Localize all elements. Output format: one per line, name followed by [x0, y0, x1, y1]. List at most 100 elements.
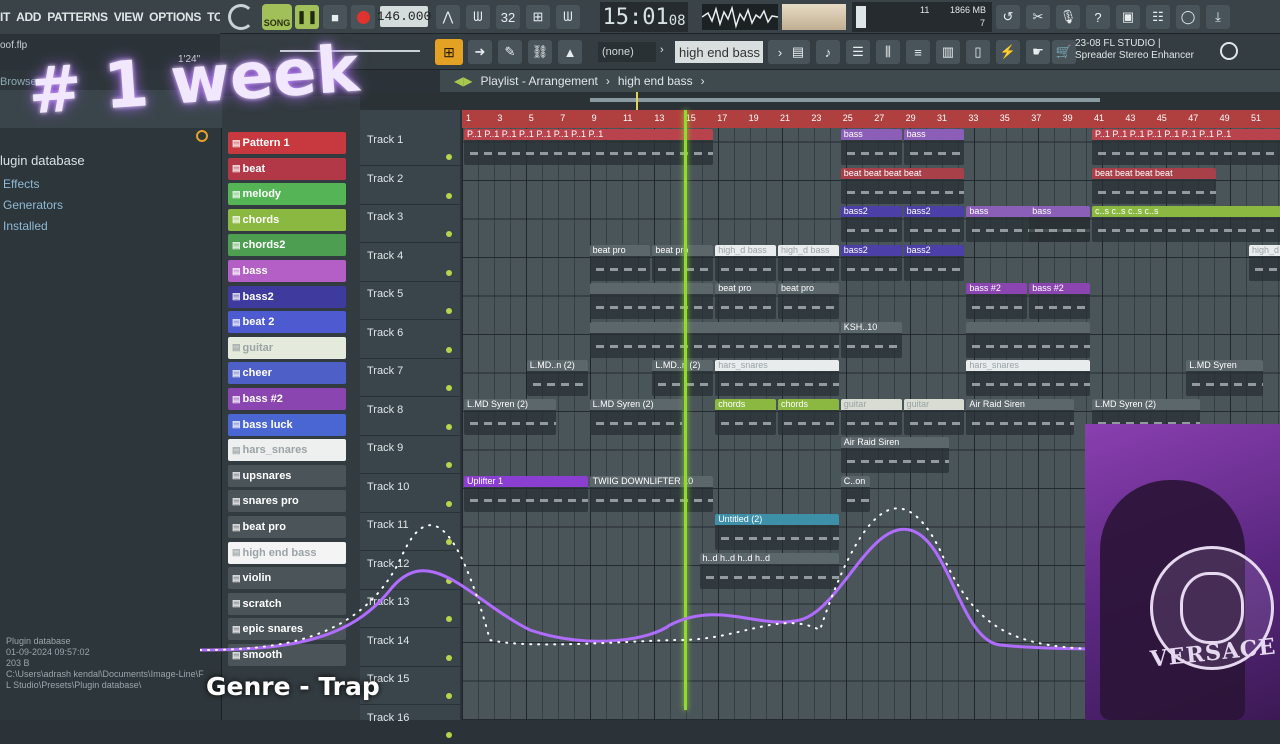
plugin-database-folder[interactable]: lugin database — [0, 153, 85, 168]
pattern-selector[interactable]: high end bass — [675, 41, 763, 63]
wait-input-icon[interactable]: ᗯ — [466, 5, 490, 29]
track-header[interactable]: Track 9 — [360, 436, 460, 474]
playlist-clip[interactable]: beat pro — [778, 283, 839, 319]
playlist-clip[interactable]: Air Raid Siren — [840, 437, 949, 473]
playlist-clip[interactable]: KSH..10 — [840, 321, 902, 358]
pattern-item[interactable]: ▤ melody — [228, 183, 346, 206]
pattern-item[interactable]: ▤ bass #2 — [228, 388, 346, 410]
playlist-clip[interactable]: beat pro — [715, 283, 776, 319]
cut-icon[interactable]: ✂ — [1026, 5, 1050, 29]
playlist-clip[interactable]: P..1 P..1 P..1 P..1 P..1 P..1 P..1 P..1 — [1092, 129, 1280, 165]
pattern-item[interactable]: ▤ bass luck — [228, 413, 346, 436]
playlist-clip[interactable]: bass — [1029, 206, 1090, 242]
playlist-clip[interactable]: L.MD Syren — [1186, 360, 1263, 396]
playlist-clip[interactable] — [966, 321, 1090, 358]
playlist-clip[interactable]: beat pro — [652, 244, 714, 281]
pattern-item[interactable]: ▤ hars_snares — [228, 439, 346, 462]
playlist-clip[interactable]: chords — [715, 398, 776, 435]
touch-icon[interactable]: ☛ — [1026, 40, 1050, 64]
cart-icon[interactable]: 🛒 — [1052, 40, 1076, 64]
pattern-item[interactable]: ▤ cheer — [228, 362, 346, 385]
playlist-clip[interactable]: hars_snares — [715, 360, 839, 396]
playlist-view-icon[interactable]: ⊞ — [435, 39, 463, 65]
playlist-clip[interactable]: guitar — [840, 398, 902, 435]
pattern-item[interactable]: ▤ upsnares — [228, 464, 346, 487]
tempo-display[interactable]: 146.000 — [377, 6, 431, 27]
playlist-clip[interactable]: hars_snares — [966, 360, 1090, 396]
playlist-clip[interactable]: bass2 — [840, 206, 902, 242]
menu-item[interactable]: IT — [0, 10, 10, 24]
playlist-clip[interactable]: L.MD..n (2) — [526, 360, 588, 396]
track-mute-icon[interactable] — [446, 462, 452, 468]
play-pause-button[interactable]: ❚❚ — [295, 5, 319, 29]
track-mute-icon[interactable] — [446, 423, 452, 430]
pattern-item[interactable]: ▤ beat — [228, 157, 346, 180]
arrow-tool-icon[interactable]: ➜ — [468, 40, 492, 64]
playlist-overview[interactable] — [360, 92, 1280, 110]
channel-rack-icon[interactable]: ☰ — [846, 40, 870, 64]
chevron-right-icon[interactable]: › — [660, 44, 664, 56]
track-mute-icon[interactable] — [446, 693, 452, 699]
playlist-clip[interactable]: beat pro — [589, 244, 651, 281]
search-icon[interactable] — [196, 130, 208, 142]
playlist-clip[interactable] — [589, 283, 714, 319]
playlist-clip[interactable]: beat beat beat beat — [1092, 167, 1216, 204]
piano-roll-icon[interactable]: ♪ — [816, 40, 840, 64]
stop-button[interactable]: ■ — [323, 5, 347, 29]
browser-item-installed[interactable]: Installed — [3, 219, 48, 233]
playlist-clip[interactable]: guitar — [903, 398, 965, 435]
playlist-clip[interactable]: bass — [840, 129, 902, 165]
track-mute-icon[interactable] — [446, 308, 452, 314]
playlist-clip[interactable]: Air Raid Siren — [966, 398, 1075, 435]
pattern-item[interactable]: ▤ guitar — [228, 336, 346, 359]
track-mute-icon[interactable] — [446, 269, 452, 276]
track-header[interactable]: Track 7 — [360, 359, 460, 397]
song-mode-button[interactable]: SONG — [262, 4, 292, 30]
globe-icon[interactable] — [1220, 42, 1238, 60]
playlist-clip[interactable]: high_d bass — [1249, 244, 1280, 281]
help-icon[interactable]: ? — [1086, 5, 1110, 29]
playlist-clip[interactable]: high_d bass — [778, 244, 839, 281]
track-mute-icon[interactable] — [446, 192, 452, 199]
track-header[interactable]: Track 6 — [360, 321, 460, 359]
playlist-clip[interactable]: bass2 — [903, 206, 965, 242]
plugin-icon[interactable]: ⚡ — [996, 40, 1020, 64]
download-icon[interactable]: ⤓ — [1206, 5, 1230, 29]
master-volume-knob[interactable] — [228, 4, 254, 30]
menu-item[interactable]: VIEW — [114, 10, 144, 24]
playlist-clip[interactable]: high_d bass — [715, 244, 776, 281]
pattern-item[interactable]: ▤ chords — [228, 208, 346, 231]
stamp-icon[interactable]: ▲ — [558, 40, 582, 64]
playlist-icon[interactable]: ▤ — [786, 40, 810, 64]
track-header[interactable]: Track 1 — [360, 128, 460, 166]
playlist-clip[interactable]: c..s c..s c..s c..s — [1092, 206, 1280, 242]
pattern-item[interactable]: ▤ bass2 — [228, 285, 346, 308]
record-button[interactable] — [351, 5, 375, 29]
channel-icon[interactable]: ▥ — [936, 40, 960, 64]
blend-notes-icon[interactable]: ᗯ — [556, 5, 580, 29]
track-header[interactable]: Track 2 — [360, 167, 460, 205]
playlist-clip[interactable]: P..1 P..1 P..1 P..1 P..1 P..1 P..1 P..1 — [464, 129, 714, 165]
undo-icon[interactable]: ↺ — [996, 5, 1020, 29]
pattern-item[interactable]: ▤ chords2 — [228, 234, 346, 257]
browser-item-generators[interactable]: Generators — [3, 198, 63, 212]
countdown-icon[interactable]: 32 — [496, 5, 520, 29]
timeline-ruler[interactable]: 1 3 5 7 9 11 13 15 17 19 21 23 25 27 29 31 33 35 37 39 41 43 4… — [462, 110, 1280, 128]
playlist-clip[interactable]: L.MD Syren (2) — [589, 398, 682, 435]
menu-item[interactable]: PATTERNS — [47, 10, 108, 24]
metronome-icon[interactable]: ⋀ — [436, 5, 460, 29]
playlist-clip[interactable]: bass #2 — [1029, 283, 1090, 319]
playlist-clip[interactable]: bass2 — [903, 244, 965, 281]
track-header[interactable]: Track 16 — [360, 706, 460, 744]
track-mute-icon[interactable] — [446, 154, 452, 160]
news-icon[interactable]: ☷ — [1146, 5, 1170, 29]
playlist-clip[interactable]: bass #2 — [966, 283, 1028, 319]
playlist-clip[interactable]: L.MD..n (2) — [652, 360, 714, 396]
pattern-item[interactable]: ▤ beat 2 — [228, 311, 346, 334]
track-mute-icon[interactable] — [446, 231, 452, 237]
pattern-item[interactable]: ▤ Pattern 1 — [228, 132, 346, 154]
overview-scroll-thumb[interactable] — [590, 98, 1100, 102]
playlist-clip[interactable] — [589, 321, 839, 358]
step-edit-icon[interactable]: ⊞ — [526, 5, 550, 29]
chat-icon[interactable]: ◯ — [1176, 5, 1200, 29]
